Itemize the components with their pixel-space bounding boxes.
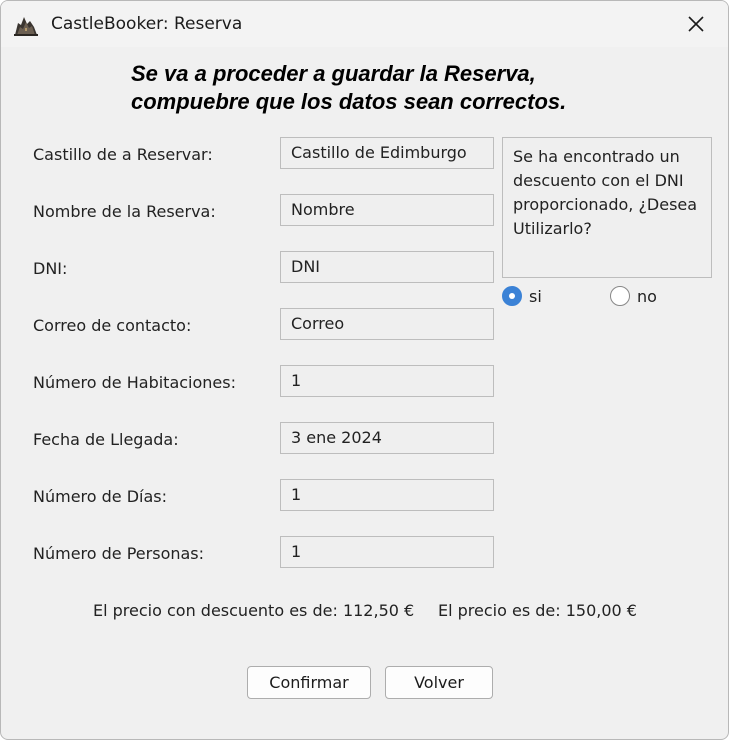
reservation-name-label: Nombre de la Reserva: — [33, 202, 216, 221]
castle-label: Castillo de a Reservar: — [33, 145, 213, 164]
regular-price-text: El precio es de: 150,00 € — [438, 601, 637, 620]
arrival-date-label: Fecha de Llegada: — [33, 430, 179, 449]
close-icon — [688, 16, 704, 32]
confirm-button[interactable]: Confirmar — [247, 666, 371, 699]
days-label: Número de Días: — [33, 487, 168, 506]
castle-field[interactable]: Castillo de Edimburgo — [280, 137, 494, 169]
email-field[interactable]: Correo — [280, 308, 494, 340]
discounted-price-text: El precio con descuento es de: 112,50 € — [93, 601, 415, 620]
castle-icon — [13, 13, 39, 37]
radio-unselected-icon — [610, 286, 630, 306]
reservation-name-field[interactable]: Nombre — [280, 194, 494, 226]
discount-no-radio[interactable]: no — [610, 286, 657, 306]
discount-no-label: no — [637, 286, 657, 306]
dni-label: DNI: — [33, 259, 68, 278]
people-field[interactable]: 1 — [280, 536, 494, 568]
discount-yes-radio[interactable]: si — [502, 286, 542, 306]
discount-message: Se ha encontrado un descuento con el DNI… — [502, 137, 712, 278]
heading-line-1: Se va a proceder a guardar la Reserva, — [131, 61, 536, 86]
reservation-dialog: CastleBooker: Reserva Se va a proceder a… — [0, 0, 729, 740]
days-field[interactable]: 1 — [280, 479, 494, 511]
window-title: CastleBooker: Reserva — [51, 14, 243, 34]
close-button[interactable] — [665, 1, 727, 47]
arrival-date-field[interactable]: 3 ene 2024 — [280, 422, 494, 454]
rooms-label: Número de Habitaciones: — [33, 373, 236, 392]
email-label: Correo de contacto: — [33, 316, 192, 335]
heading-line-2: compuebre que los datos sean correctos. — [131, 89, 567, 114]
rooms-field[interactable]: 1 — [280, 365, 494, 397]
people-label: Número de Personas: — [33, 544, 205, 563]
confirmation-heading: Se va a proceder a guardar la Reserva, c… — [131, 60, 651, 116]
title-bar[interactable]: CastleBooker: Reserva — [1, 1, 728, 47]
dni-field[interactable]: DNI — [280, 251, 494, 283]
back-button[interactable]: Volver — [385, 666, 493, 699]
discount-yes-label: si — [529, 286, 542, 306]
radio-selected-icon — [502, 286, 522, 306]
